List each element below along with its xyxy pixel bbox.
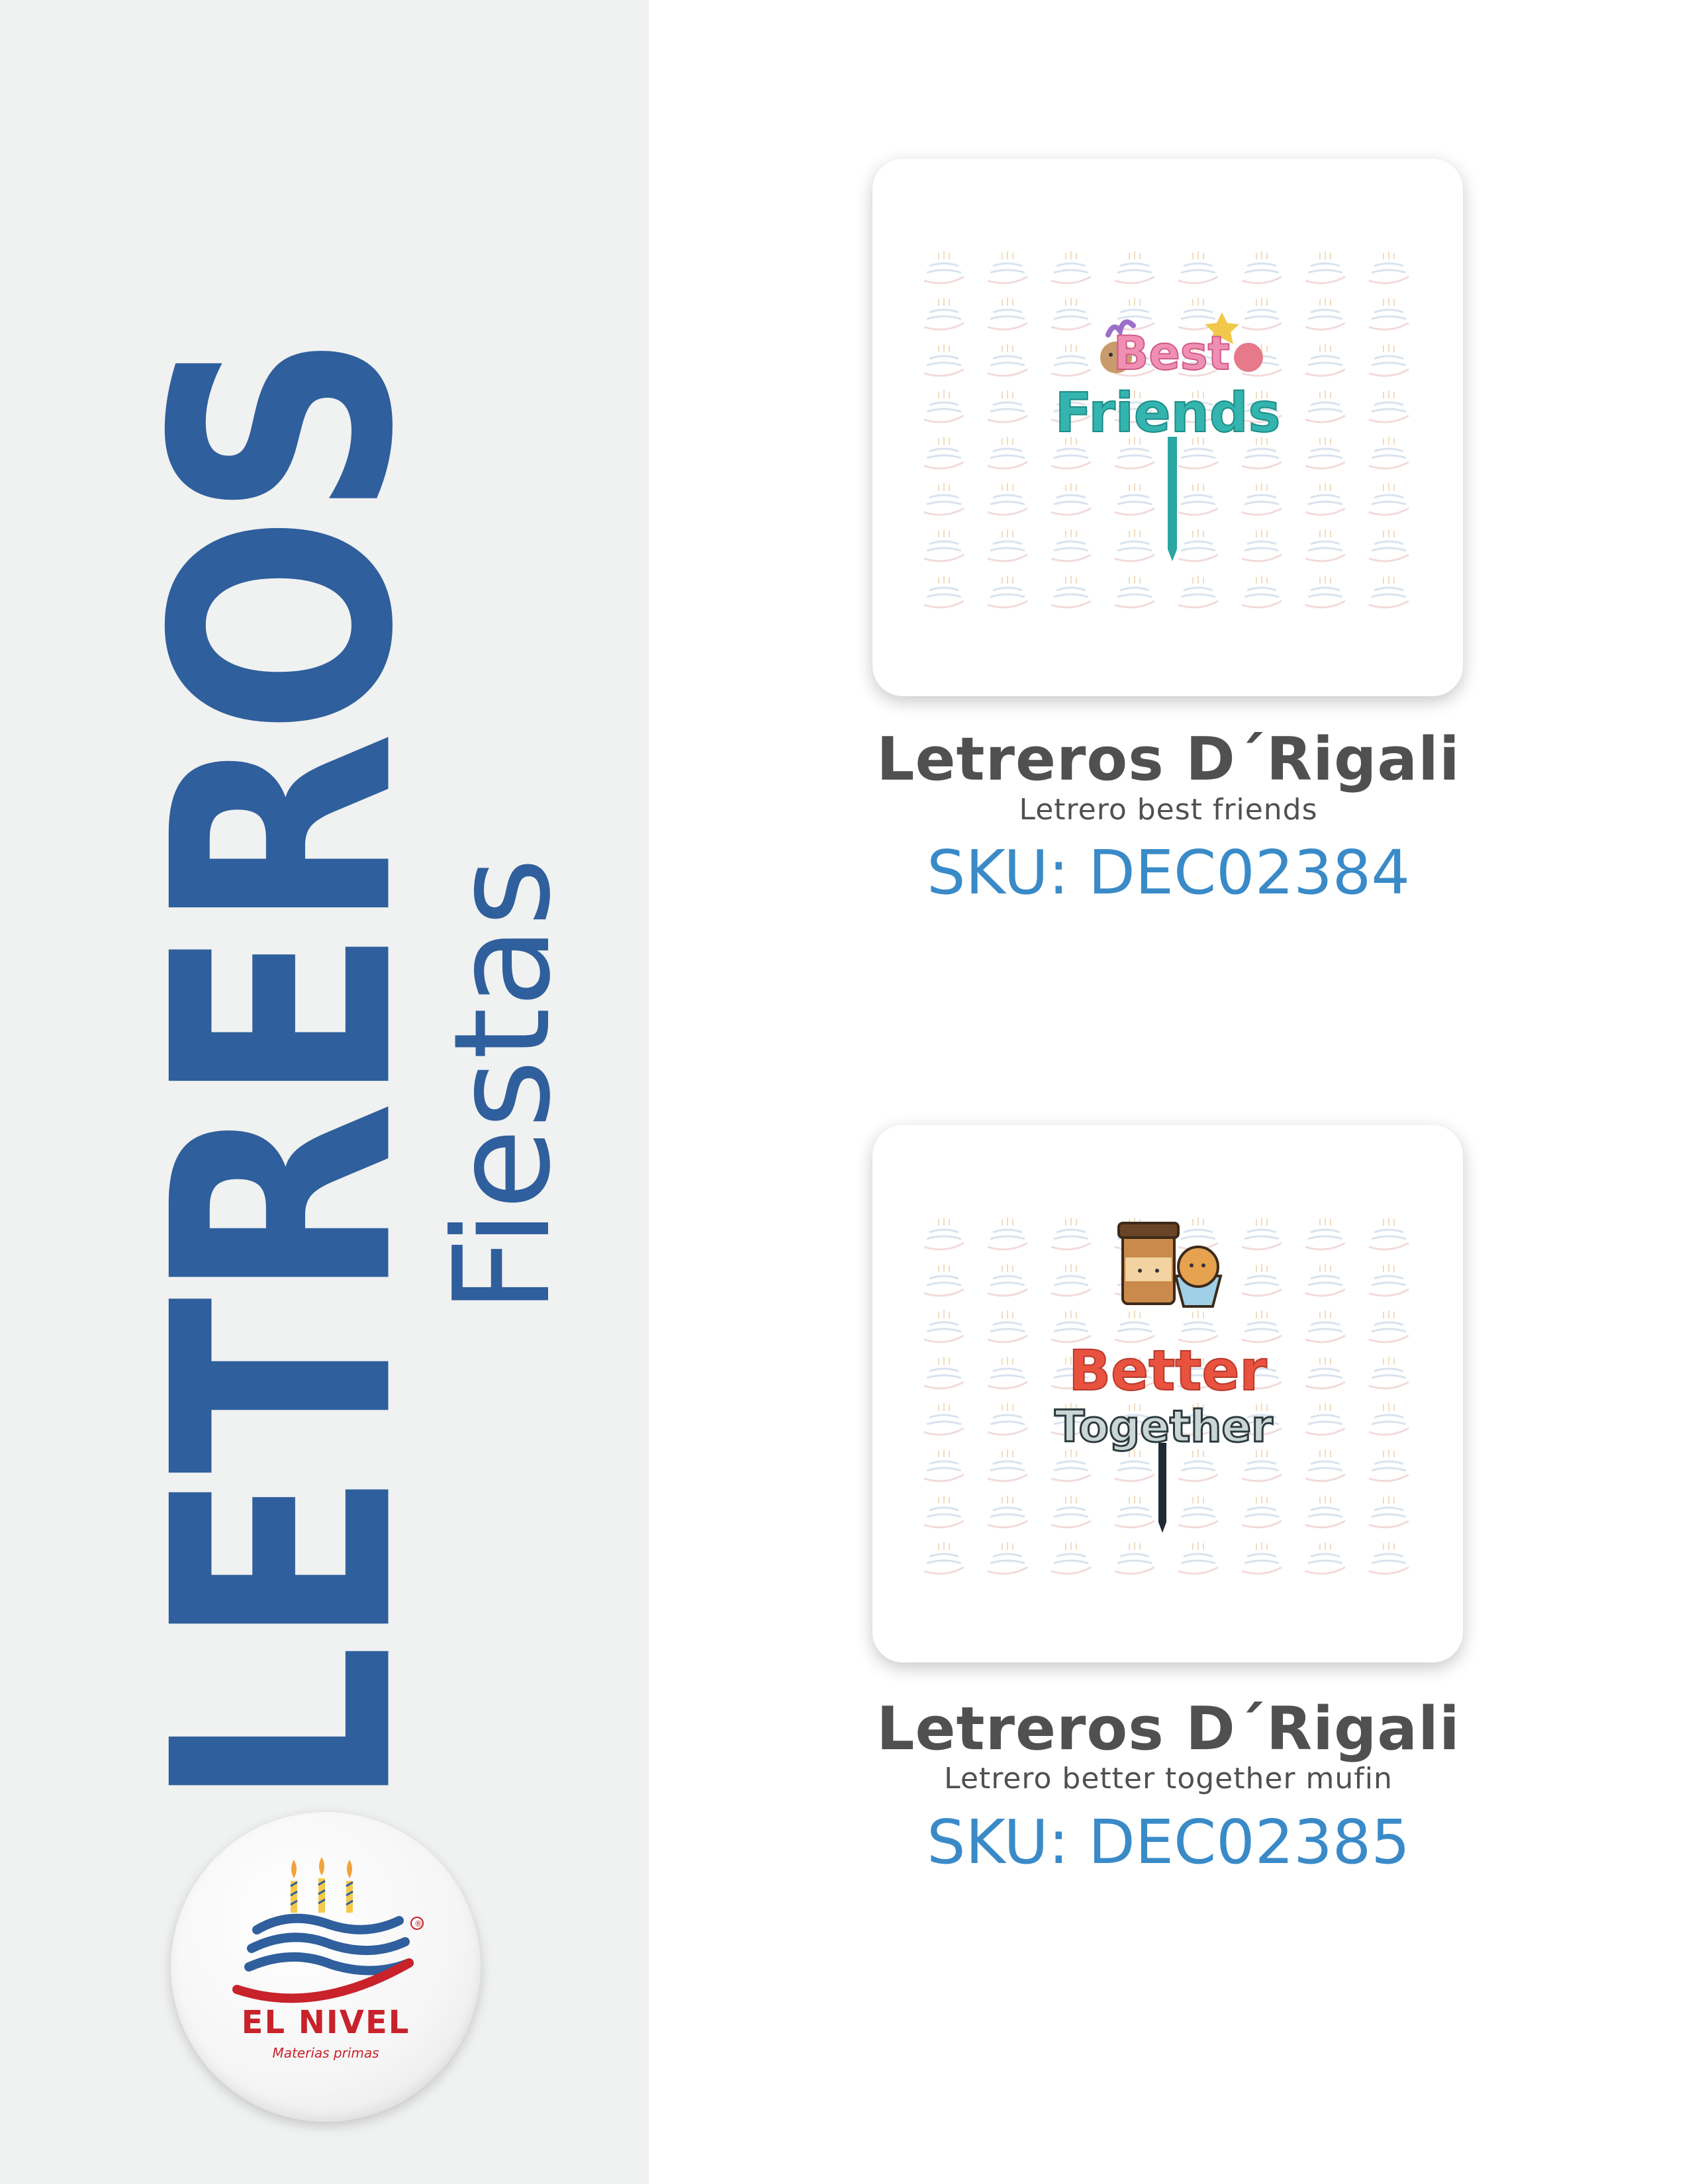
logo-name: EL NIVEL — [241, 2004, 410, 2041]
svg-text:Better: Better — [1068, 1338, 1267, 1403]
svg-text:Friends: Friends — [1055, 382, 1281, 445]
logo-tagline: Materias primas — [272, 2045, 379, 2061]
product-sku: SKU: DEC02384 — [927, 837, 1410, 908]
product-name: Letreros D´Rigali — [876, 1694, 1460, 1764]
candle-icon — [290, 1860, 298, 1913]
product-card: Best Friends — [872, 159, 1463, 696]
brand-logo: ® EL NIVEL Materias primas — [171, 1812, 481, 2122]
product-name: Letreros D´Rigali — [876, 725, 1460, 794]
sidebar: LETREROS Fiestas ® EL NIVEL Materias pri… — [0, 0, 649, 2184]
page-title: LETREROS — [109, 335, 460, 1809]
svg-text:®: ® — [414, 1919, 422, 1929]
product-image-better-together: Better Together — [1054, 1222, 1274, 1533]
product-sku: SKU: DEC02385 — [927, 1807, 1410, 1878]
page-subtitle: Fiestas — [426, 857, 580, 1314]
product-description: Letrero best friends — [1019, 793, 1318, 827]
product-description: Letrero better together mufin — [944, 1762, 1393, 1796]
candle-icon — [346, 1860, 353, 1913]
product-card: Better Together — [872, 1125, 1463, 1662]
svg-text:Together: Together — [1055, 1401, 1273, 1452]
cake-logo-icon: ® — [232, 1857, 424, 2003]
candle-icon — [318, 1857, 326, 1913]
svg-text:Best: Best — [1113, 326, 1230, 381]
product-image-best-friends: Best Friends — [1055, 312, 1281, 561]
